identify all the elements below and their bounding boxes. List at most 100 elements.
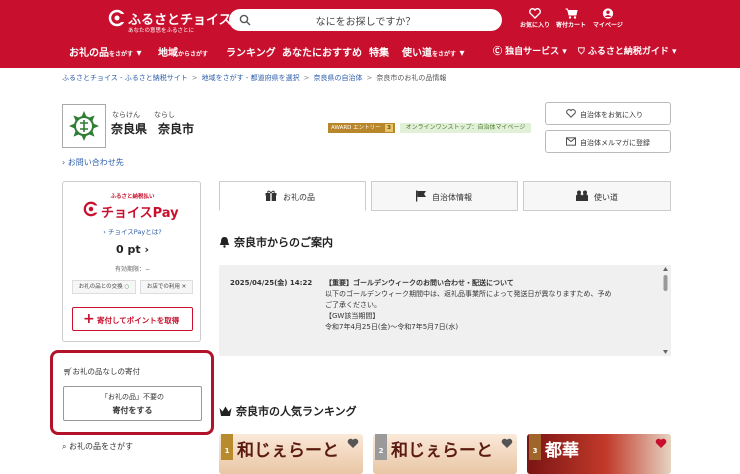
choice-pay-heading: ふるさと納税払い bbox=[110, 194, 155, 200]
breadcrumb-region[interactable]: 地域をさがす - 都道府県を選択 bbox=[202, 74, 300, 82]
mail-icon bbox=[566, 137, 576, 146]
ranking-item[interactable]: 3 都華 bbox=[527, 434, 671, 474]
people-icon bbox=[576, 190, 588, 201]
nav-recommend[interactable]: あなたにおすすめ bbox=[282, 44, 362, 59]
no-gift-donate-button[interactable]: 「お礼の品」不要の 寄付をする bbox=[63, 386, 202, 421]
breadcrumb: ふるさとチョイス - ふるさと納税サイト > 地域をさがす - 都道府県を選択 > 奈良… bbox=[62, 73, 446, 83]
tab-usage[interactable]: 使い道 bbox=[523, 181, 671, 211]
favorite-municipality-button[interactable]: 自治体をお気に入り bbox=[545, 102, 671, 125]
tab-gifts-label: お礼の品 bbox=[283, 193, 315, 202]
tag-gift-exchange: お礼の品との交換 ○ bbox=[72, 280, 136, 294]
notice-body: 【重要】ゴールデンウィークのお問い合わせ・配送について 以下のゴールデンウィーク… bbox=[325, 278, 663, 333]
ranking-item-label: 都華 bbox=[545, 441, 579, 461]
award-badge: AWARD エントリー 3 bbox=[328, 123, 395, 133]
c-logo-icon: Ⓒ bbox=[493, 47, 503, 57]
inquiry-link[interactable]: › お問い合わせ先 bbox=[62, 157, 124, 168]
city-emblem-icon bbox=[69, 111, 99, 141]
check-circle-icon: ○ bbox=[124, 284, 130, 290]
rank-badge: 2 bbox=[375, 434, 387, 460]
notice-line: ご了承ください。 bbox=[325, 301, 381, 309]
heart-icon[interactable] bbox=[501, 438, 513, 449]
heart-icon[interactable] bbox=[655, 438, 667, 449]
notice-scrollbar[interactable] bbox=[662, 267, 669, 354]
crown-icon bbox=[219, 406, 232, 416]
breadcrumb-prefecture[interactable]: 奈良県の自治体 bbox=[314, 74, 363, 82]
cart-button[interactable]: 寄付カート bbox=[551, 8, 591, 34]
no-gift-button-line2: 寄付をする bbox=[112, 406, 153, 415]
tab-gifts[interactable]: お礼の品 bbox=[219, 181, 366, 211]
city-emblem bbox=[62, 104, 106, 148]
notice-section-title: 奈良市からのご案内 bbox=[219, 234, 333, 250]
notice-line: 以下のゴールデンウィーク期間中は、返礼品事業所によって発送日が異なりますため、予… bbox=[325, 290, 612, 298]
favorites-label: お気に入り bbox=[519, 22, 550, 29]
search-gifts-label: お礼の品をさがす bbox=[69, 442, 134, 451]
no-gift-donation-panel: 🛒︎お礼の品なしの寄付 「お礼の品」不要の 寄付をする bbox=[50, 350, 214, 435]
breadcrumb-current: 奈良市のお礼の品情報 bbox=[376, 74, 447, 82]
nav-ranking[interactable]: ランキング bbox=[226, 44, 276, 59]
points-expiry: 有効期限：− bbox=[114, 266, 151, 273]
notice-date: 2025/04/25(金) 14:22 bbox=[230, 279, 313, 287]
onestop-badge: オンラインワンストップ：自治体マイページ bbox=[400, 123, 531, 133]
nav-services[interactable]: Ⓒ 独自サービス ▾ bbox=[493, 44, 567, 58]
nav-guide[interactable]: ⛉ ふるさと納税ガイド ▾ bbox=[578, 44, 677, 58]
cart-label: 寄付カート bbox=[555, 22, 586, 29]
search-input[interactable]: なにをお探しですか？ bbox=[229, 9, 502, 31]
plus-icon: + bbox=[83, 311, 95, 327]
ranking-section-title-text: 奈良市の人気ランキング bbox=[236, 405, 357, 418]
award-badge-label: AWARD エントリー bbox=[331, 125, 381, 131]
ranking-item-label: 和じぇらーと bbox=[391, 441, 493, 461]
heart-icon[interactable] bbox=[347, 438, 359, 449]
user-icon bbox=[602, 8, 614, 19]
nav-recommend-label: あなたにおすすめ bbox=[282, 48, 362, 59]
city-name: 奈良市 bbox=[158, 122, 195, 136]
chevron-right-icon: › bbox=[144, 243, 149, 256]
nav-gifts[interactable]: お礼の品をさがす ▾ bbox=[69, 44, 142, 59]
ranking-item[interactable]: 2 和じぇらーと bbox=[373, 434, 517, 474]
choice-pay-logo: チョイスPay bbox=[83, 201, 183, 221]
donate-for-points-button[interactable]: + 寄付してポイントを取得 bbox=[72, 307, 193, 331]
flag-icon bbox=[416, 190, 426, 202]
newsletter-button[interactable]: 自治体メルマガに登録 bbox=[545, 130, 671, 153]
notice-line: 【GW該当期間】 bbox=[325, 312, 380, 320]
cross-icon: ✕ bbox=[181, 284, 187, 290]
inquiry-label: お問い合わせ先 bbox=[67, 158, 124, 167]
notice-line: 令和7年4月25日(金)～令和7年5月7日(水) bbox=[325, 323, 459, 331]
favorites-button[interactable]: お気に入り bbox=[515, 8, 555, 34]
nav-usage-label: 使い道 bbox=[402, 48, 432, 59]
chevron-right-icon: › bbox=[103, 228, 106, 236]
choice-pay-panel: ふるさと納税払い チョイスPay › チョイスPayとは? 0 pt › 有効期… bbox=[62, 181, 201, 342]
nav-region-label: 地域 bbox=[158, 48, 178, 59]
cart-icon bbox=[565, 8, 578, 19]
nav-region-suffix: からさがす bbox=[178, 51, 209, 58]
nav-gifts-suffix: をさがす bbox=[109, 51, 134, 58]
tab-municipality-info[interactable]: 自治体情報 bbox=[371, 181, 518, 211]
breadcrumb-home[interactable]: ふるさとチョイス - ふるさと納税サイト bbox=[62, 74, 188, 82]
tag-store-use: お店での利用 ✕ bbox=[140, 280, 193, 294]
nav-usage[interactable]: 使い道をさがす ▾ bbox=[402, 44, 465, 59]
bell-icon bbox=[219, 237, 230, 248]
nav-usage-suffix: をさがす bbox=[432, 51, 457, 58]
award-count: 3 bbox=[385, 124, 393, 132]
site-header: ふるさとチョイス あなたの意思をふるさとに なにをお探しですか？ お気に入り 寄… bbox=[0, 0, 740, 68]
breadcrumb-chevron-icon: > bbox=[366, 74, 373, 82]
nav-features[interactable]: 特集 bbox=[369, 44, 389, 59]
heart-outline-icon bbox=[566, 109, 576, 118]
breadcrumb-chevron-icon: > bbox=[191, 74, 198, 82]
notice-box[interactable]: 2025/04/25(金) 14:22 【重要】ゴールデンウィークのお問い合わせ… bbox=[219, 265, 671, 356]
points-value: 0 pt bbox=[115, 243, 141, 256]
mypage-button[interactable]: マイページ bbox=[588, 8, 628, 34]
choice-pay-info-link[interactable]: › チョイスPayとは? bbox=[63, 226, 202, 236]
breadcrumb-chevron-icon: > bbox=[303, 74, 310, 82]
ranking-item[interactable]: 1 和じぇらーと bbox=[219, 434, 363, 474]
pref-name: 奈良県 bbox=[111, 122, 148, 136]
points-balance[interactable]: 0 pt › bbox=[63, 243, 202, 256]
city-ruby: ならし bbox=[154, 111, 175, 119]
nav-guide-label: ふるさと納税ガイド bbox=[587, 47, 669, 57]
tag-store-use-label: お店での利用 bbox=[146, 284, 180, 290]
nav-region[interactable]: 地域からさがす bbox=[158, 44, 209, 59]
choice-pay-logo-text: チョイスPay bbox=[101, 206, 179, 221]
no-gift-title: 🛒︎お礼の品なしの寄付 bbox=[63, 366, 140, 377]
nav-services-label: 独自サービス bbox=[505, 47, 560, 57]
site-logo[interactable]: ふるさとチョイス あなたの意思をふるさとに bbox=[108, 9, 232, 34]
ranking-section-title: 奈良市の人気ランキング bbox=[219, 403, 357, 419]
